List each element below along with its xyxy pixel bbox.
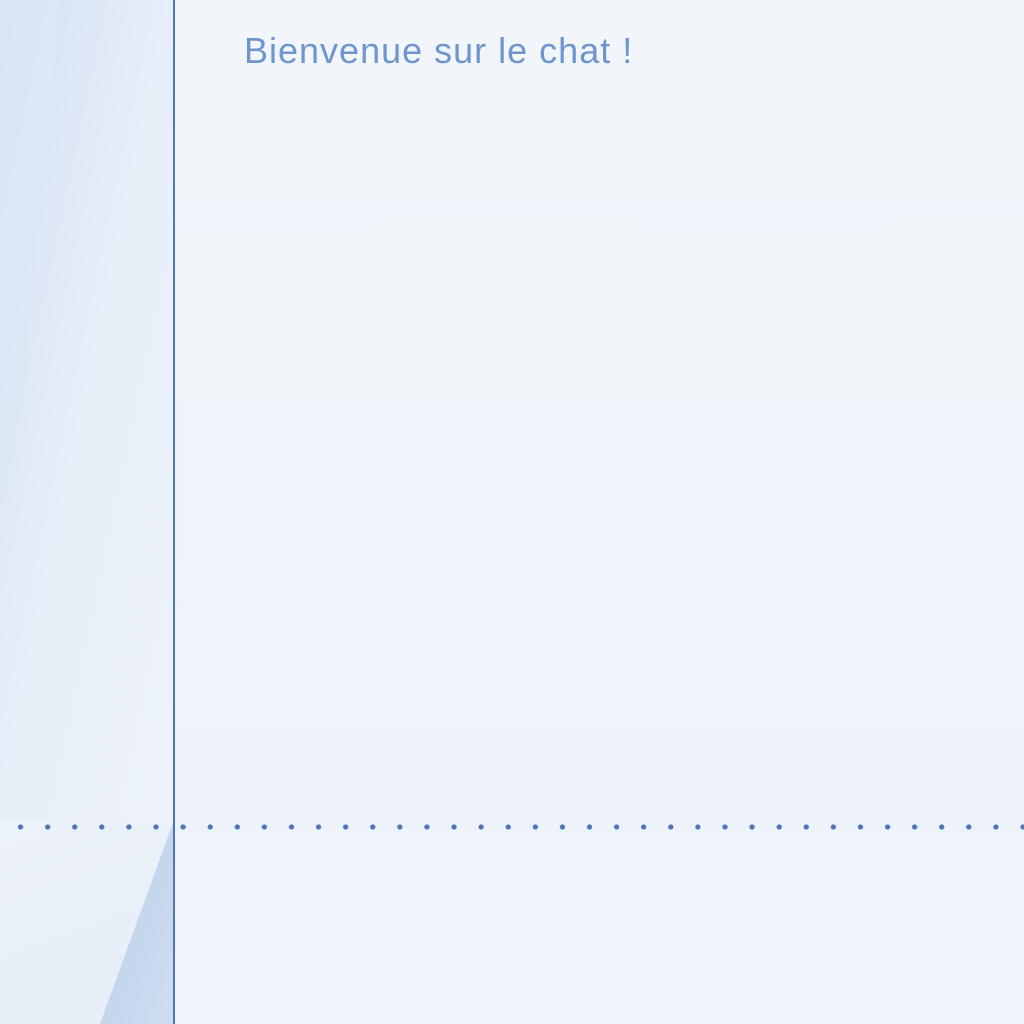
- dotted-divider: [0, 824, 1024, 830]
- sidebar-background-art: [0, 0, 174, 820]
- message-input-area[interactable]: [175, 832, 1024, 1024]
- sidebar-corner-art: [100, 820, 174, 1024]
- welcome-message: Bienvenue sur le chat !: [244, 30, 634, 71]
- chat-window: Bienvenue sur le chat !: [0, 0, 1024, 1024]
- chat-messages-area[interactable]: [175, 0, 1024, 826]
- sidebar-decoration: [0, 0, 174, 1024]
